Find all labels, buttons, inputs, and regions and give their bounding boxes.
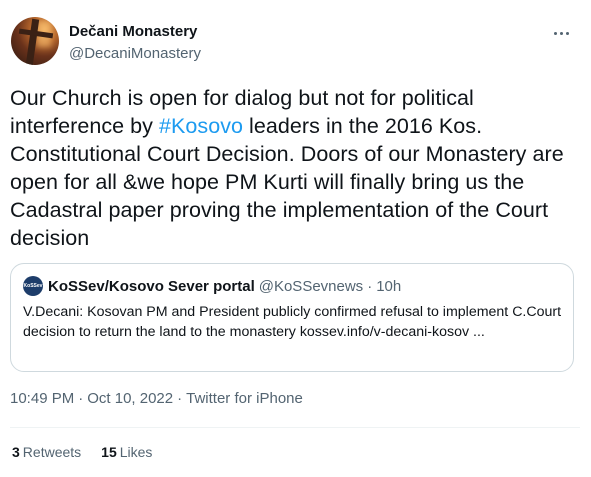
retweets-count: 3	[12, 444, 20, 460]
likes-stat[interactable]: 15 Likes	[101, 444, 152, 460]
tweet-date[interactable]: Oct 10, 2022	[87, 390, 173, 407]
quote-tweet-card[interactable]: KoSSev KoSSev/Kosovo Sever portal @KoSSe…	[10, 263, 574, 372]
meta-separator: ·	[78, 390, 84, 407]
quote-author-handle: @KoSSevnews	[258, 277, 364, 295]
hashtag-link[interactable]: #Kosovo	[159, 114, 243, 138]
retweets-stat[interactable]: 3 Retweets	[12, 444, 81, 460]
tweet-header: Dečani Monastery @DecaniMonastery	[11, 17, 581, 69]
likes-label: Likes	[119, 444, 153, 460]
author-handle[interactable]: @DecaniMonastery	[69, 45, 201, 63]
avatar[interactable]	[11, 17, 59, 65]
retweets-label: Retweets	[22, 444, 82, 460]
tweet-text: Our Church is open for dialog but not fo…	[10, 84, 580, 252]
quote-separator: ·	[367, 277, 373, 295]
divider	[10, 427, 580, 428]
quote-text: V.Decani: Kosovan PM and President publi…	[23, 304, 562, 340]
dot	[559, 31, 563, 35]
quote-time: 10h	[376, 277, 402, 295]
quote-avatar: KoSSev	[23, 276, 43, 296]
tweet-time[interactable]: 10:49 PM	[10, 390, 74, 407]
engagement-stats: 3 Retweets 15 Likes	[12, 444, 172, 460]
quote-author-name: KoSSev/Kosovo Sever portal	[48, 277, 255, 295]
author-display-name[interactable]: Dečani Monastery	[69, 23, 201, 41]
quote-logo-text: KoSSev	[23, 283, 43, 289]
meta-separator: ·	[177, 390, 183, 407]
author-names: Dečani Monastery @DecaniMonastery	[69, 23, 201, 63]
tweet-source[interactable]: Twitter for iPhone	[186, 390, 303, 407]
dot	[553, 31, 557, 35]
quote-header: KoSSev KoSSev/Kosovo Sever portal @KoSSe…	[23, 276, 401, 296]
tweet-meta: 10:49 PM · Oct 10, 2022 · Twitter for iPhone	[10, 390, 303, 407]
dot	[565, 31, 569, 35]
more-options-icon[interactable]	[551, 25, 571, 41]
likes-count: 15	[101, 444, 117, 460]
